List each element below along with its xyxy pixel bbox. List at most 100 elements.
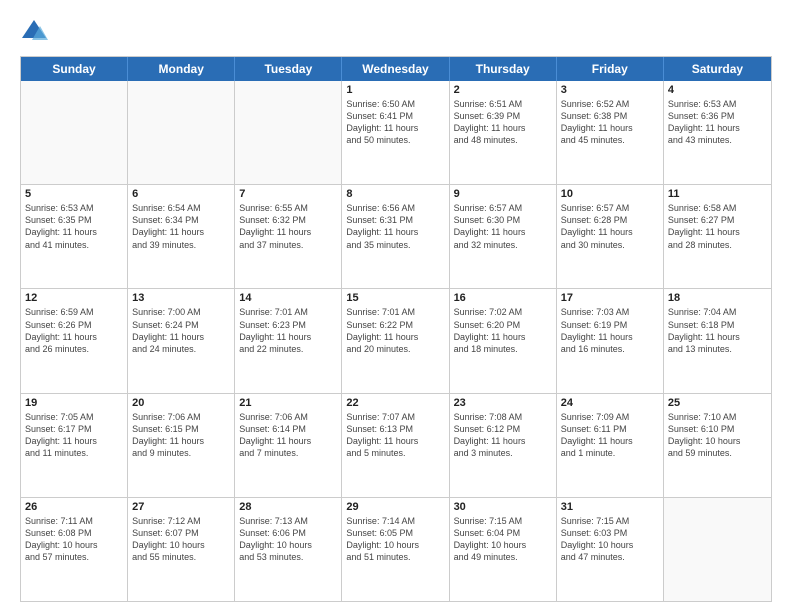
calendar-day-20: 20 Sunrise: 7:06 AM Sunset: 6:15 PM Dayli… — [128, 394, 235, 497]
day-number: 31 — [561, 501, 659, 513]
day-info: Sunrise: 6:53 AM Sunset: 6:36 PM Dayligh… — [668, 98, 767, 147]
calendar-day-25: 25Sunrise: 7:10 AM Sunset: 6:10 PM Dayli… — [664, 394, 771, 497]
calendar-day-11: 11 Sunrise: 6:58 AM Sunset: 6:27 PM Dayli… — [664, 185, 771, 288]
weekday-header-wednesday: Wednesday — [342, 57, 449, 81]
calendar-day-empty — [664, 498, 771, 601]
calendar-day-4: 4 Sunrise: 6:53 AM Sunset: 6:36 PM Daylig… — [664, 81, 771, 184]
calendar-body: 1 Sunrise: 6:50 AM Sunset: 6:41 PM Daylig… — [21, 81, 771, 601]
day-number: 13 — [132, 292, 230, 304]
day-info: Sunrise: 6:57 AM Sunset: 6:30 PM Dayligh… — [454, 202, 552, 251]
day-number: 27 — [132, 501, 230, 513]
day-number: 23 — [454, 397, 552, 409]
day-info: Sunrise: 7:15 AM Sunset: 6:03 PM Dayligh… — [561, 515, 659, 564]
day-info: Sunrise: 7:04 AM Sunset: 6:18 PM Dayligh… — [668, 306, 767, 355]
day-number: 4 — [668, 84, 767, 96]
day-info: Sunrise: 7:07 AM Sunset: 6:13 PM Dayligh… — [346, 411, 444, 460]
calendar-header: SundayMondayTuesdayWednesdayThursdayFrid… — [21, 57, 771, 81]
calendar-day-empty — [128, 81, 235, 184]
day-info: Sunrise: 7:01 AM Sunset: 6:23 PM Dayligh… — [239, 306, 337, 355]
day-number: 28 — [239, 501, 337, 513]
day-number: 20 — [132, 397, 230, 409]
day-number: 1 — [346, 84, 444, 96]
calendar-day-28: 28 Sunrise: 7:13 AM Sunset: 6:06 PM Dayli… — [235, 498, 342, 601]
calendar-day-27: 27 Sunrise: 7:12 AM Sunset: 6:07 PM Dayli… — [128, 498, 235, 601]
calendar-day-2: 2 Sunrise: 6:51 AM Sunset: 6:39 PM Daylig… — [450, 81, 557, 184]
weekday-header-thursday: Thursday — [450, 57, 557, 81]
day-info: Sunrise: 7:06 AM Sunset: 6:14 PM Dayligh… — [239, 411, 337, 460]
calendar-day-15: 15 Sunrise: 7:01 AM Sunset: 6:22 PM Dayli… — [342, 289, 449, 392]
calendar-day-empty — [21, 81, 128, 184]
day-info: Sunrise: 7:14 AM Sunset: 6:05 PM Dayligh… — [346, 515, 444, 564]
day-number: 18 — [668, 292, 767, 304]
calendar-day-31: 31 Sunrise: 7:15 AM Sunset: 6:03 PM Dayli… — [557, 498, 664, 601]
weekday-header-tuesday: Tuesday — [235, 57, 342, 81]
day-number: 30 — [454, 501, 552, 513]
calendar-day-10: 10 Sunrise: 6:57 AM Sunset: 6:28 PM Dayli… — [557, 185, 664, 288]
calendar: SundayMondayTuesdayWednesdayThursdayFrid… — [20, 56, 772, 602]
day-info: Sunrise: 7:12 AM Sunset: 6:07 PM Dayligh… — [132, 515, 230, 564]
calendar-day-16: 16Sunrise: 7:02 AM Sunset: 6:20 PM Dayli… — [450, 289, 557, 392]
day-number: 6 — [132, 188, 230, 200]
day-info: Sunrise: 7:03 AM Sunset: 6:19 PM Dayligh… — [561, 306, 659, 355]
day-number: 14 — [239, 292, 337, 304]
calendar-day-3: 3Sunrise: 6:52 AM Sunset: 6:38 PM Daylig… — [557, 81, 664, 184]
day-number: 22 — [346, 397, 444, 409]
calendar-row-5: 26Sunrise: 7:11 AM Sunset: 6:08 PM Dayli… — [21, 498, 771, 601]
calendar-day-12: 12Sunrise: 6:59 AM Sunset: 6:26 PM Dayli… — [21, 289, 128, 392]
day-info: Sunrise: 7:15 AM Sunset: 6:04 PM Dayligh… — [454, 515, 552, 564]
day-info: Sunrise: 7:02 AM Sunset: 6:20 PM Dayligh… — [454, 306, 552, 355]
day-info: Sunrise: 7:06 AM Sunset: 6:15 PM Dayligh… — [132, 411, 230, 460]
day-number: 10 — [561, 188, 659, 200]
day-number: 15 — [346, 292, 444, 304]
calendar-row-3: 12Sunrise: 6:59 AM Sunset: 6:26 PM Dayli… — [21, 289, 771, 393]
day-number: 17 — [561, 292, 659, 304]
day-number: 3 — [561, 84, 659, 96]
calendar-row-4: 19 Sunrise: 7:05 AM Sunset: 6:17 PM Dayli… — [21, 394, 771, 498]
day-info: Sunrise: 6:51 AM Sunset: 6:39 PM Dayligh… — [454, 98, 552, 147]
calendar-day-18: 18 Sunrise: 7:04 AM Sunset: 6:18 PM Dayli… — [664, 289, 771, 392]
calendar-day-8: 8Sunrise: 6:56 AM Sunset: 6:31 PM Daylig… — [342, 185, 449, 288]
day-number: 19 — [25, 397, 123, 409]
day-info: Sunrise: 6:54 AM Sunset: 6:34 PM Dayligh… — [132, 202, 230, 251]
day-info: Sunrise: 7:13 AM Sunset: 6:06 PM Dayligh… — [239, 515, 337, 564]
calendar-row-2: 5 Sunrise: 6:53 AM Sunset: 6:35 PM Daylig… — [21, 185, 771, 289]
calendar-day-30: 30 Sunrise: 7:15 AM Sunset: 6:04 PM Dayli… — [450, 498, 557, 601]
calendar-day-22: 22 Sunrise: 7:07 AM Sunset: 6:13 PM Dayli… — [342, 394, 449, 497]
weekday-header-sunday: Sunday — [21, 57, 128, 81]
day-number: 21 — [239, 397, 337, 409]
weekday-header-saturday: Saturday — [664, 57, 771, 81]
day-info: Sunrise: 6:57 AM Sunset: 6:28 PM Dayligh… — [561, 202, 659, 251]
calendar-day-9: 9Sunrise: 6:57 AM Sunset: 6:30 PM Daylig… — [450, 185, 557, 288]
calendar-day-19: 19 Sunrise: 7:05 AM Sunset: 6:17 PM Dayli… — [21, 394, 128, 497]
day-info: Sunrise: 7:09 AM Sunset: 6:11 PM Dayligh… — [561, 411, 659, 460]
day-info: Sunrise: 6:50 AM Sunset: 6:41 PM Dayligh… — [346, 98, 444, 147]
calendar-day-23: 23 Sunrise: 7:08 AM Sunset: 6:12 PM Dayli… — [450, 394, 557, 497]
day-number: 5 — [25, 188, 123, 200]
day-info: Sunrise: 7:10 AM Sunset: 6:10 PM Dayligh… — [668, 411, 767, 460]
day-number: 26 — [25, 501, 123, 513]
logo — [20, 18, 52, 46]
day-number: 29 — [346, 501, 444, 513]
weekday-header-monday: Monday — [128, 57, 235, 81]
calendar-day-17: 17 Sunrise: 7:03 AM Sunset: 6:19 PM Dayli… — [557, 289, 664, 392]
day-info: Sunrise: 7:08 AM Sunset: 6:12 PM Dayligh… — [454, 411, 552, 460]
day-number: 11 — [668, 188, 767, 200]
day-number: 24 — [561, 397, 659, 409]
calendar-day-26: 26Sunrise: 7:11 AM Sunset: 6:08 PM Dayli… — [21, 498, 128, 601]
calendar-day-1: 1 Sunrise: 6:50 AM Sunset: 6:41 PM Daylig… — [342, 81, 449, 184]
day-number: 8 — [346, 188, 444, 200]
calendar-day-6: 6 Sunrise: 6:54 AM Sunset: 6:34 PM Daylig… — [128, 185, 235, 288]
day-number: 7 — [239, 188, 337, 200]
calendar-day-empty — [235, 81, 342, 184]
day-info: Sunrise: 7:01 AM Sunset: 6:22 PM Dayligh… — [346, 306, 444, 355]
calendar-day-5: 5 Sunrise: 6:53 AM Sunset: 6:35 PM Daylig… — [21, 185, 128, 288]
calendar-day-14: 14 Sunrise: 7:01 AM Sunset: 6:23 PM Dayli… — [235, 289, 342, 392]
day-info: Sunrise: 6:58 AM Sunset: 6:27 PM Dayligh… — [668, 202, 767, 251]
calendar-day-24: 24 Sunrise: 7:09 AM Sunset: 6:11 PM Dayli… — [557, 394, 664, 497]
weekday-header-friday: Friday — [557, 57, 664, 81]
day-info: Sunrise: 7:00 AM Sunset: 6:24 PM Dayligh… — [132, 306, 230, 355]
day-info: Sunrise: 7:05 AM Sunset: 6:17 PM Dayligh… — [25, 411, 123, 460]
day-number: 12 — [25, 292, 123, 304]
day-number: 2 — [454, 84, 552, 96]
day-info: Sunrise: 6:53 AM Sunset: 6:35 PM Dayligh… — [25, 202, 123, 251]
